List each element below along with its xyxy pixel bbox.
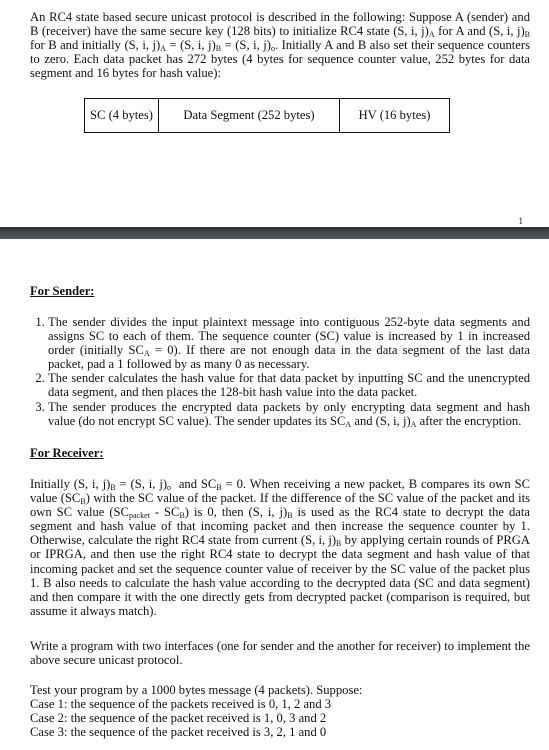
test-intro: Test your program by a 1000 bytes messag… bbox=[30, 683, 363, 697]
sender-step: The sender calculates the hash value for… bbox=[48, 371, 530, 399]
sender-steps-list: The sender divides the input plaintext m… bbox=[30, 315, 530, 428]
test-case-3: Case 3: the sequence of the packet recei… bbox=[30, 725, 327, 739]
packet-cell-data-segment: Data Segment (252 bytes) bbox=[158, 99, 339, 132]
packet-cell-sc: SC (4 bytes) bbox=[90, 108, 153, 123]
packet-format-table: SC (4 bytes) Data Segment (252 bytes) HV… bbox=[84, 98, 450, 133]
sender-step: The sender produces the encrypted data p… bbox=[48, 400, 530, 429]
sender-step: The sender divides the input plaintext m… bbox=[48, 315, 530, 371]
receiver-paragraph: Initially (S, i, j)B = (S, i, j)o and SC… bbox=[30, 477, 530, 618]
sender-heading: For Sender: bbox=[30, 284, 95, 298]
receiver-heading: For Receiver: bbox=[30, 446, 104, 460]
packet-cell-hash-value: HV (16 bytes) bbox=[339, 99, 449, 132]
task-paragraph: Write a program with two interfaces (one… bbox=[30, 639, 530, 668]
page-number: 1 bbox=[518, 216, 524, 226]
document-page-1: An RC4 state based secure unicast protoc… bbox=[0, 0, 549, 227]
test-case-2: Case 2: the sequence of the packet recei… bbox=[30, 711, 327, 725]
test-case-1: Case 1: the sequence of the packets rece… bbox=[30, 697, 332, 711]
intro-paragraph: An RC4 state based secure unicast protoc… bbox=[30, 10, 530, 81]
page-separator bbox=[0, 227, 549, 239]
